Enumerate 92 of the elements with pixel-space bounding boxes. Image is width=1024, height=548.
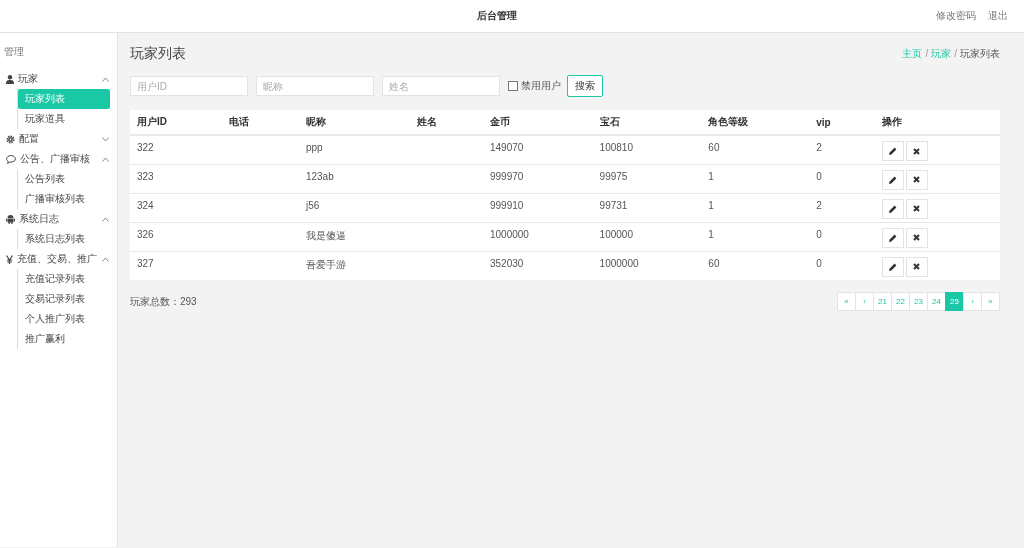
sidebar-group[interactable]: 配置 xyxy=(0,129,117,149)
delete-button[interactable] xyxy=(906,169,928,190)
column-header: 操作 xyxy=(875,110,1000,135)
user-icon xyxy=(6,74,14,84)
close-icon xyxy=(913,176,921,183)
search-field[interactable]: 姓名 xyxy=(382,76,500,96)
table-cell: 352030 xyxy=(483,251,593,280)
column-header: 角色等级 xyxy=(701,110,810,135)
pencil-icon xyxy=(889,147,897,155)
sidebar-item[interactable]: 广播审核列表 xyxy=(18,189,110,209)
sidebar-group[interactable]: 玩家 xyxy=(0,69,117,89)
sidebar-item[interactable]: 推广赢利 xyxy=(18,329,110,349)
table-cell: 326 xyxy=(130,222,223,251)
table-cell: 吾爱手游 xyxy=(298,251,410,280)
table-cell: 99731 xyxy=(592,193,702,222)
column-header: 金币 xyxy=(483,110,593,135)
table-cell: 324 xyxy=(130,193,223,222)
sidebar-group[interactable]: 充值、交易、推广 xyxy=(0,249,117,269)
speech-bubble-icon xyxy=(6,154,16,164)
delete-button[interactable] xyxy=(906,227,928,248)
column-header: 宝石 xyxy=(592,110,702,135)
gear-icon xyxy=(6,134,15,144)
sidebar-item[interactable]: 玩家道具 xyxy=(18,109,110,129)
table-cell: 0 xyxy=(809,251,875,280)
column-header: 用户ID xyxy=(130,110,223,135)
table-cell: 2 xyxy=(809,193,875,222)
table-cell: 999970 xyxy=(483,164,593,193)
table-cell: 0 xyxy=(809,222,875,251)
table-cell: 1000000 xyxy=(483,222,593,251)
sidebar-item[interactable]: 交易记录列表 xyxy=(18,289,110,309)
close-icon xyxy=(913,205,921,212)
yen-icon xyxy=(6,254,13,264)
header-title: 后台管理 xyxy=(476,9,518,23)
delete-button[interactable] xyxy=(906,256,928,277)
table-cell: 1 xyxy=(701,193,810,222)
table-cell: 999910 xyxy=(483,193,593,222)
delete-button[interactable] xyxy=(906,198,928,219)
column-header: 昵称 xyxy=(298,110,410,135)
sidebar-item[interactable]: 个人推广列表 xyxy=(18,309,110,329)
sidebar-item[interactable]: 充值记录列表 xyxy=(18,269,110,289)
column-header: vip xyxy=(809,110,875,135)
table-cell: 149070 xyxy=(483,135,593,164)
pencil-icon xyxy=(889,262,897,271)
search-field[interactable]: 昵称 xyxy=(256,76,374,96)
column-header: 姓名 xyxy=(409,110,483,135)
header-link[interactable]: 修改密码 xyxy=(936,9,976,23)
sidebar-heading: 管理 xyxy=(3,45,25,59)
pencil-icon xyxy=(889,175,897,184)
header-link[interactable]: 退出 xyxy=(988,9,1008,23)
close-icon xyxy=(913,234,921,241)
sidebar-item[interactable]: 公告列表 xyxy=(18,169,110,189)
table-cell: 99975 xyxy=(592,164,702,193)
table-cell: 100000 xyxy=(592,222,702,251)
checkbox[interactable] xyxy=(508,81,518,91)
close-icon xyxy=(913,263,921,270)
checkbox-label[interactable]: 禁用用户 xyxy=(521,79,561,93)
edit-button[interactable] xyxy=(882,256,904,277)
table-cell: 我是傻逼 xyxy=(298,222,410,251)
table-cell: 327 xyxy=(130,251,223,280)
close-icon xyxy=(913,147,921,155)
breadcrumb-current: 玩家列表 xyxy=(960,48,1000,59)
breadcrumb-separator: / xyxy=(954,48,957,59)
sidebar-item[interactable]: 系统日志列表 xyxy=(18,229,110,249)
table-cell: 0 xyxy=(809,164,875,193)
table-cell: ppp xyxy=(298,135,410,164)
table-cell: 323 xyxy=(130,164,223,193)
edit-button[interactable] xyxy=(882,198,904,219)
android-icon xyxy=(6,214,15,224)
table-cell: 1000000 xyxy=(592,251,702,280)
table-cell: 60 xyxy=(701,251,810,280)
table-cell: j56 xyxy=(298,193,410,222)
table-cell: 1 xyxy=(701,222,810,251)
delete-button[interactable] xyxy=(906,141,928,161)
table-cell: 2 xyxy=(809,135,875,164)
edit-button[interactable] xyxy=(882,141,904,161)
breadcrumb-separator: / xyxy=(925,48,929,59)
table-cell: 1 xyxy=(701,164,810,193)
search-field[interactable]: 用户ID xyxy=(130,76,248,96)
table-cell: 100810 xyxy=(592,135,702,164)
table-cell: 60 xyxy=(701,135,810,164)
page-title: 玩家列表 xyxy=(130,45,186,63)
edit-button[interactable] xyxy=(882,227,904,248)
search-button[interactable]: 搜索 xyxy=(567,75,603,97)
table-cell: 123ab xyxy=(298,164,410,193)
edit-button[interactable] xyxy=(882,169,904,190)
sidebar-group[interactable]: 公告、广播审核 xyxy=(0,149,117,169)
sidebar-group[interactable]: 系统日志 xyxy=(0,209,117,229)
pencil-icon xyxy=(889,204,897,213)
total-count: 玩家总数：293 xyxy=(130,294,197,309)
pencil-icon xyxy=(889,233,897,242)
table-cell: 322 xyxy=(130,135,223,164)
column-header: 电话 xyxy=(222,110,299,135)
